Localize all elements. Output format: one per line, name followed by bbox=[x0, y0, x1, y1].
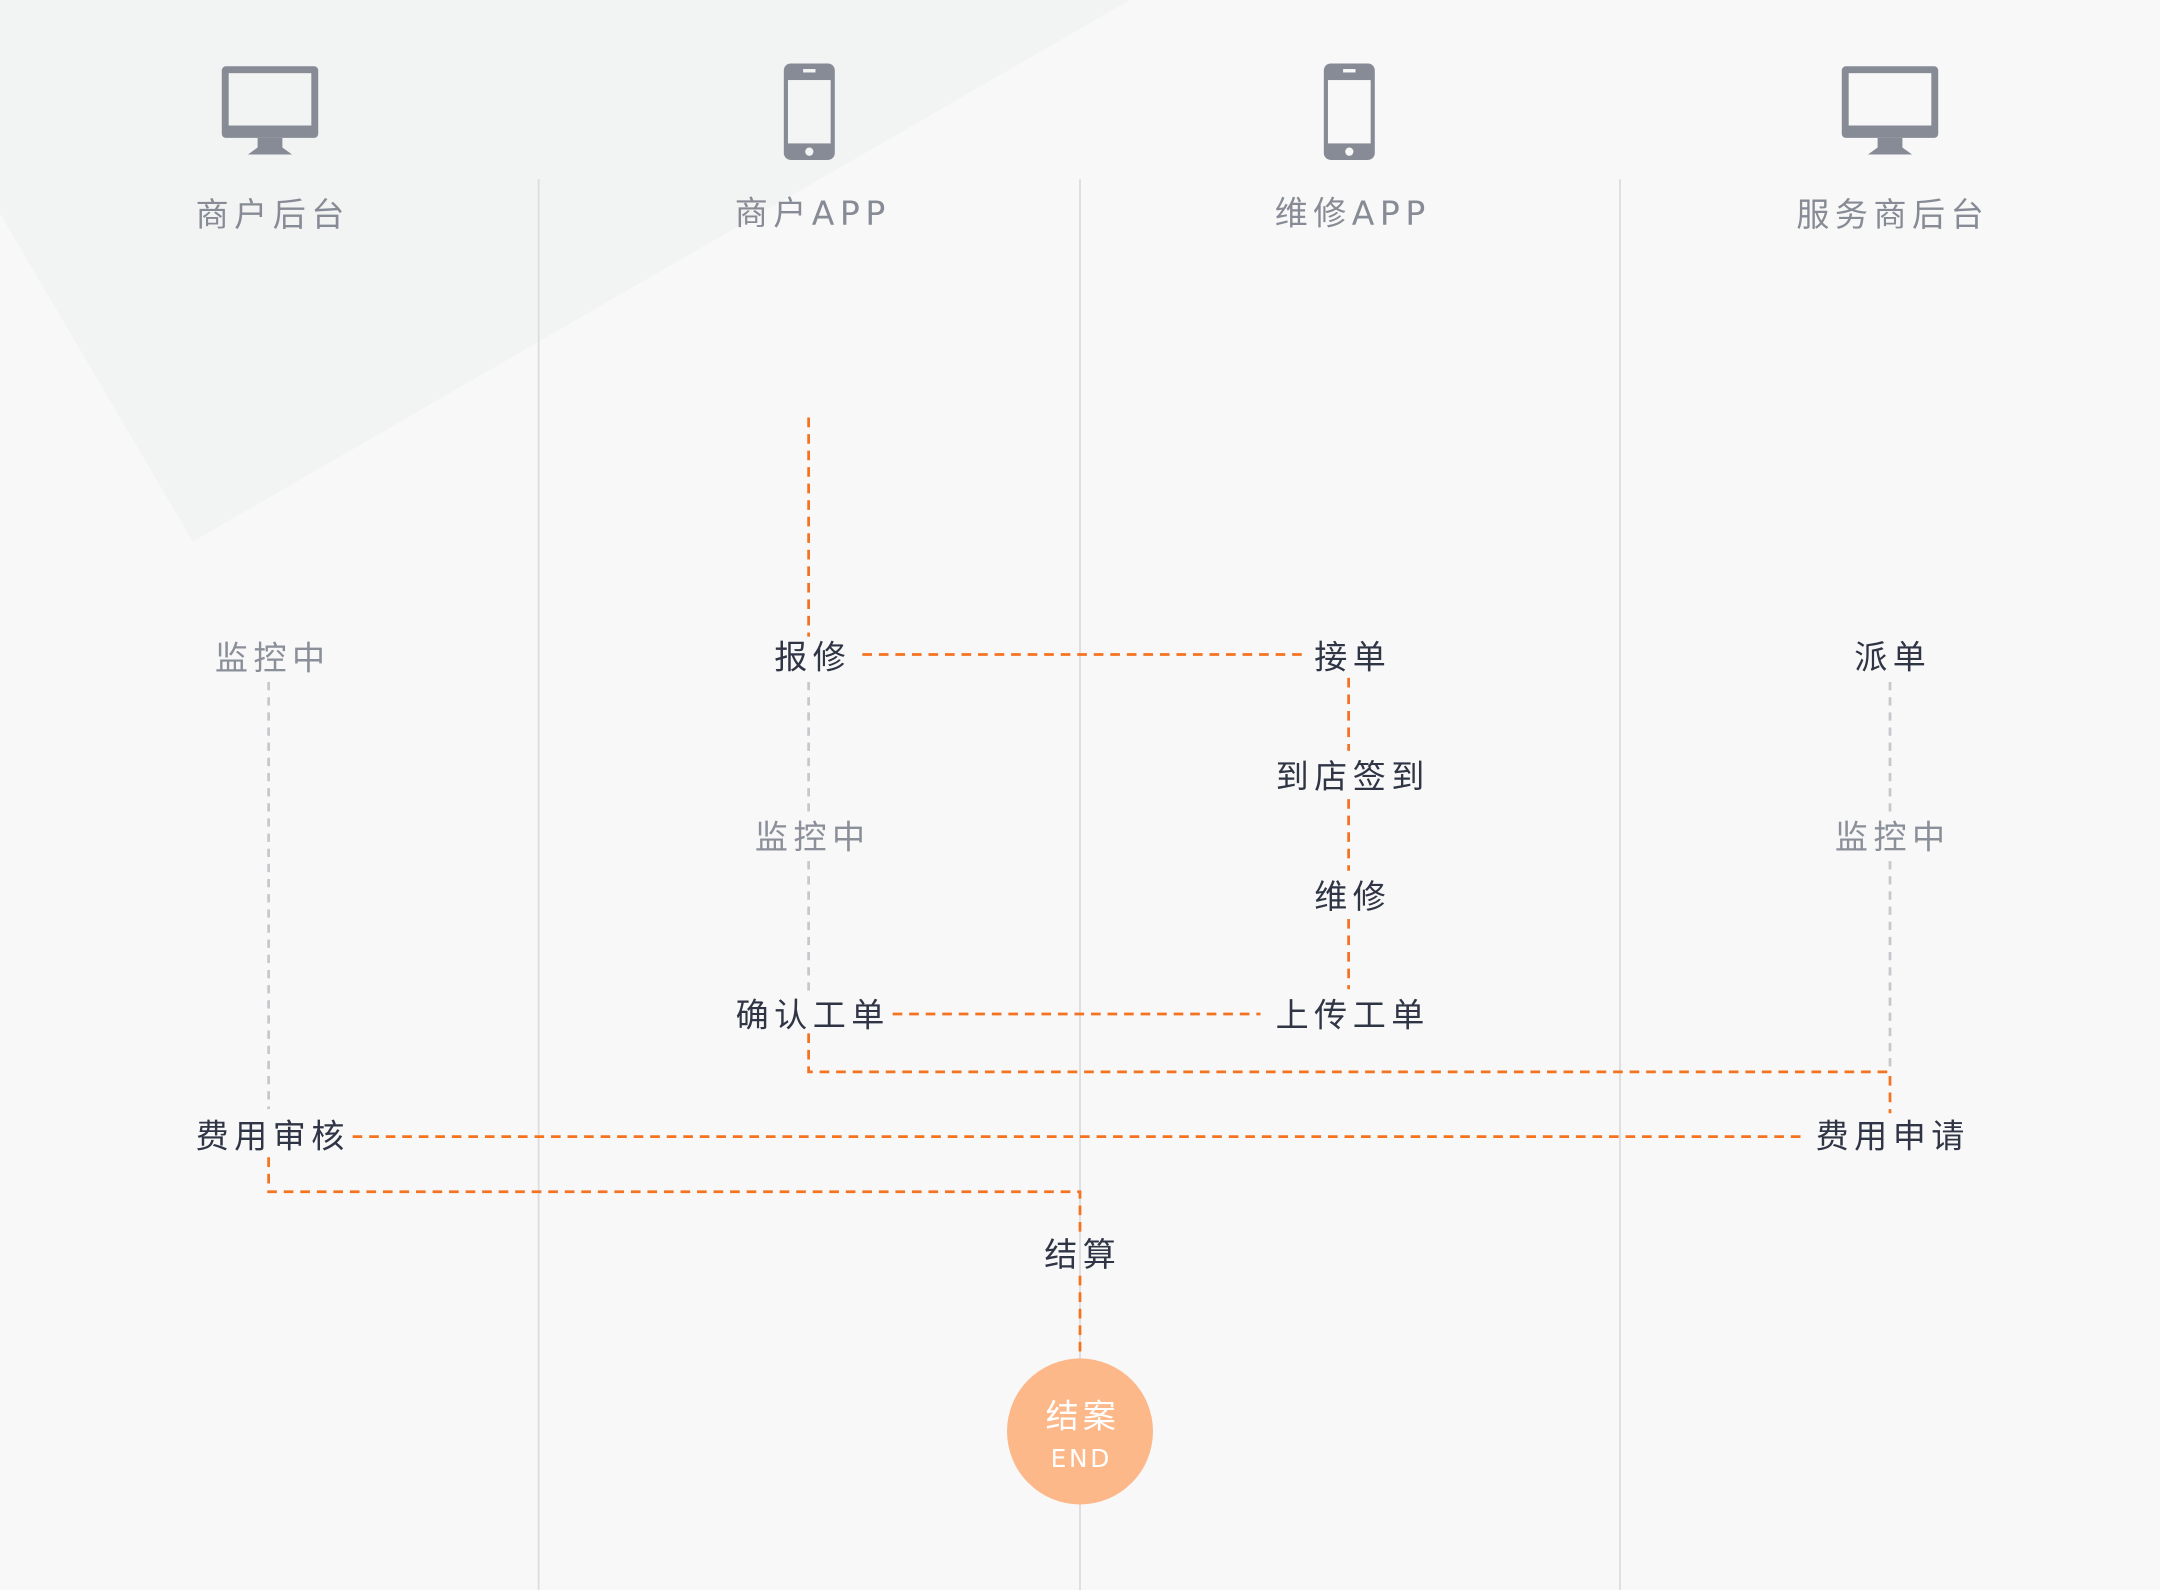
lane-title-repair-app: 维修APP bbox=[1275, 194, 1431, 233]
monitor-icon bbox=[1841, 66, 1939, 155]
background-shape bbox=[0, 0, 1130, 542]
step-confirm-order: 确认工单 bbox=[736, 995, 890, 1034]
step-provider-monitoring: 监控中 bbox=[1835, 818, 1951, 857]
step-check-in: 到店签到 bbox=[1276, 757, 1430, 796]
step-fee-review: 费用审核 bbox=[196, 1117, 350, 1156]
phone-icon bbox=[1323, 63, 1375, 160]
step-repair-request: 报修 bbox=[774, 637, 851, 676]
step-merchant-backend-monitoring: 监控中 bbox=[215, 639, 331, 678]
step-fee-request: 费用申请 bbox=[1816, 1117, 1970, 1156]
phone-icon bbox=[783, 63, 835, 160]
step-accept-order: 接单 bbox=[1314, 637, 1391, 676]
end-node: 结案 END bbox=[1006, 1358, 1154, 1505]
end-label: 结案 bbox=[1046, 1396, 1120, 1435]
step-repair: 维修 bbox=[1314, 877, 1391, 916]
step-settlement: 结算 bbox=[1044, 1235, 1121, 1274]
lane-title-merchant-backend: 商户后台 bbox=[196, 195, 350, 234]
lane-title-merchant-app: 商户APP bbox=[735, 194, 891, 233]
end-sublabel: END bbox=[1051, 1444, 1113, 1473]
step-merchant-app-monitoring: 监控中 bbox=[755, 818, 871, 857]
step-upload-order: 上传工单 bbox=[1276, 995, 1430, 1034]
lane-title-provider-backend: 服务商后台 bbox=[1796, 195, 1989, 234]
step-dispatch: 派单 bbox=[1854, 637, 1931, 676]
repair-flow-diagram: 商户后台 商户APP 维修APP 服务商后台 监控中 报修 监控中 确认工单 接… bbox=[0, 0, 1989, 1590]
